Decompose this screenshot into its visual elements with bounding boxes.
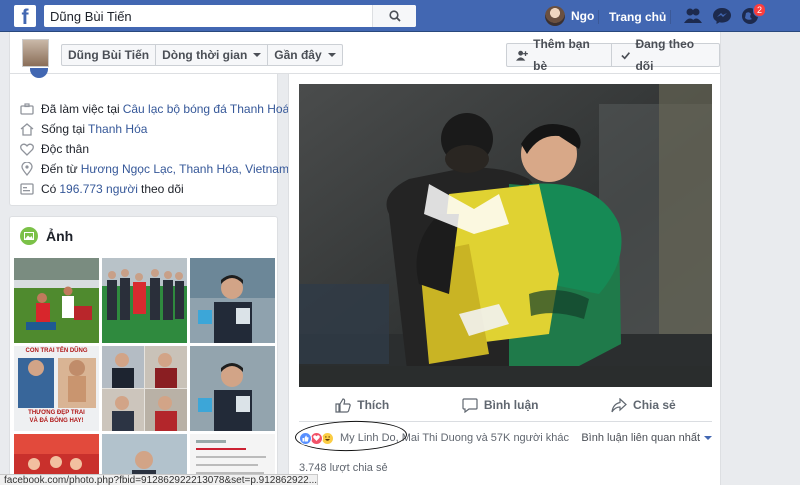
thumbs-up-icon	[335, 397, 351, 413]
search-button[interactable]	[372, 5, 416, 27]
top-navigation-bar: f Ngo Trang chủ 2	[0, 0, 800, 32]
shares-count[interactable]: 3.748 lượt chia sẻ	[299, 462, 388, 474]
comment-sort-label: Bình luận liên quan nhất	[581, 432, 700, 444]
photo-thumbnail[interactable]	[190, 258, 275, 343]
intro-followers: Có 196.773 người theo dõi	[20, 181, 184, 197]
chevron-down-icon	[327, 53, 336, 57]
search-icon	[388, 10, 401, 22]
checkmark-icon	[621, 51, 631, 60]
profile-link[interactable]: Ngo	[545, 5, 594, 27]
followers-icon	[20, 182, 34, 196]
following-label: Đang theo dõi	[635, 37, 695, 73]
profile-avatar[interactable]	[22, 39, 49, 67]
followers-link[interactable]: 196.773 người	[59, 182, 138, 196]
breadcrumb-recent[interactable]: Gần đây	[268, 45, 341, 65]
post-card: Thích Bình luận Chia sẻ My Linh Do, Mai …	[288, 74, 721, 485]
user-name: Ngo	[571, 9, 595, 23]
like-button[interactable]: Thích	[335, 394, 389, 416]
relationship-status: Độc thân	[41, 142, 90, 156]
like-label: Thích	[357, 398, 390, 412]
hometown-link[interactable]: Hương Ngọc Lạc, Thanh Hóa, Vietnam	[81, 162, 289, 176]
share-label: Chia sẻ	[633, 398, 676, 412]
photos-card: Ảnh CON TRAI TÊN DŨNG THƯƠNG ĐẸP TRAI VÀ…	[9, 216, 278, 485]
add-friend-label: Thêm bạn bè	[533, 37, 590, 73]
intro-card: Đã làm việc tại Câu lạc bộ bóng đá Thanh…	[9, 68, 289, 206]
comment-icon	[462, 397, 478, 413]
chevron-down-icon	[253, 53, 262, 57]
add-friend-button[interactable]: Thêm bạn bè	[507, 37, 611, 73]
breadcrumb-profile-name[interactable]: Dũng Bùi Tiến	[62, 45, 157, 65]
nav-divider	[598, 10, 599, 24]
home-link[interactable]: Trang chủ	[609, 10, 666, 24]
messenger-icon[interactable]	[712, 7, 732, 25]
location-pin-icon	[20, 162, 34, 176]
post-photo[interactable]	[299, 84, 712, 387]
post-actions: Thích Bình luận Chia sẻ	[299, 394, 712, 416]
facebook-logo[interactable]: f	[14, 5, 36, 27]
profile-header-strip: Dũng Bùi Tiến Dòng thời gian Gần đây Thê…	[9, 32, 721, 74]
photos-title: Ảnh	[46, 228, 74, 244]
nav-divider	[670, 10, 671, 24]
intro-work-prefix: Đã làm việc tại	[41, 102, 120, 116]
comment-label: Bình luận	[483, 398, 539, 412]
briefcase-icon	[20, 102, 34, 116]
lives-link[interactable]: Thanh Hóa	[88, 122, 147, 136]
photos-header[interactable]: Ảnh	[20, 227, 73, 245]
photo-caption-bottom: VÀ ĐÁ BÓNG HAY!	[29, 418, 84, 424]
work-link[interactable]: Câu lạc bộ bóng đá Thanh Hoá	[123, 102, 290, 116]
profile-actions: Thêm bạn bè Đang theo dõi	[506, 37, 720, 73]
notification-badge: 2	[753, 3, 767, 17]
home-icon	[20, 122, 34, 136]
add-friend-icon	[516, 50, 528, 61]
like-reaction-icon[interactable]	[299, 431, 312, 445]
intro-lives: Sống tại Thanh Hóa	[20, 121, 150, 137]
share-icon	[611, 397, 627, 412]
intro-work: Đã làm việc tại Câu lạc bộ bóng đá Thanh…	[20, 101, 292, 117]
breadcrumb: Dũng Bùi Tiến Dòng thời gian Gần đây	[61, 44, 343, 66]
browser-status-bar: facebook.com/photo.php?fbid=912862922213…	[0, 474, 318, 485]
search-box	[44, 5, 416, 27]
intro-followers-prefix: Có	[41, 182, 57, 196]
chevron-down-icon	[704, 436, 712, 440]
breadcrumb-label: Dũng Bùi Tiến	[68, 48, 150, 62]
photo-thumbnail[interactable]	[102, 346, 187, 431]
friend-requests-icon[interactable]	[683, 7, 703, 25]
intro-relationship: Độc thân	[20, 141, 89, 157]
intro-from-prefix: Đến từ	[41, 162, 78, 176]
photo-thumbnail[interactable]	[102, 258, 187, 343]
search-input[interactable]	[44, 6, 372, 26]
photo-caption-bottom: THƯƠNG ĐẸP TRAI	[28, 410, 85, 416]
breadcrumb-label: Dòng thời gian	[162, 48, 248, 62]
photo-thumbnail[interactable]: CON TRAI TÊN DŨNG THƯƠNG ĐẸP TRAI VÀ ĐÁ …	[14, 346, 99, 431]
intro-lives-prefix: Sống tại	[41, 122, 86, 136]
intro-followers-suffix: theo dõi	[140, 182, 184, 196]
comment-button[interactable]: Bình luận	[462, 394, 539, 416]
photo-thumbnail[interactable]	[14, 258, 99, 343]
comment-sort-dropdown[interactable]: Bình luận liên quan nhất	[581, 432, 712, 444]
breadcrumb-timeline[interactable]: Dòng thời gian	[156, 45, 269, 65]
share-button[interactable]: Chia sẻ	[611, 394, 676, 416]
avatar	[545, 6, 565, 26]
following-button[interactable]: Đang theo dõi	[611, 37, 719, 73]
profile-badge-fragment	[30, 68, 48, 78]
photos-icon	[20, 227, 38, 245]
breadcrumb-label: Gần đây	[274, 48, 322, 62]
photo-thumbnail[interactable]	[190, 346, 275, 431]
heart-icon	[20, 142, 34, 156]
intro-from: Đến từ Hương Ngọc Lạc, Thanh Hóa, Vietna…	[20, 161, 292, 177]
photo-caption-top: CON TRAI TÊN DŨNG	[25, 348, 88, 354]
